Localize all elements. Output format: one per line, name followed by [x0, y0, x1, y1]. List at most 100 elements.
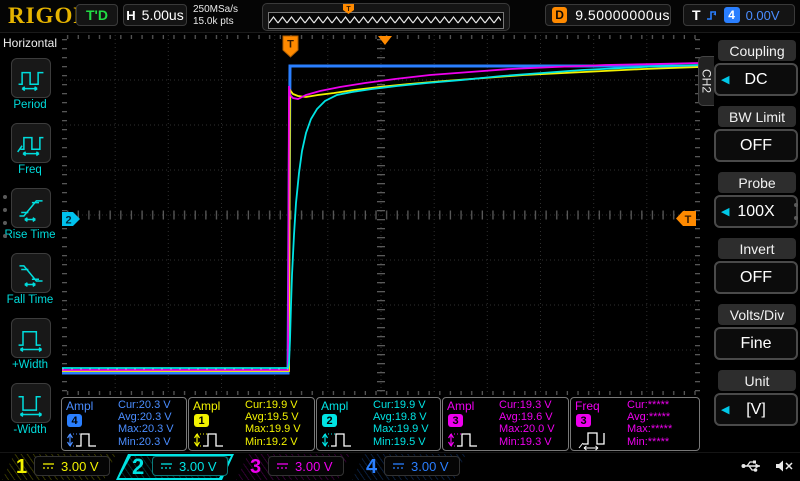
menu-item-value: [V]: [746, 401, 766, 419]
channel-number: 3: [250, 454, 261, 480]
menu-item-label: Probe: [718, 172, 796, 193]
measurement-max: 20.3 V: [142, 423, 174, 435]
dc-coupling-icon: [392, 461, 405, 471]
delay-box[interactable]: D 9.50000000us: [545, 4, 671, 26]
measurement-type: Ampl: [66, 399, 118, 413]
rise-time-measure-icon: [11, 188, 51, 228]
menu-item-label: -Width: [0, 424, 60, 436]
top-status-bar: RIGOL T'D H 5.00us 250MSa/s 15.0k pts T: [0, 0, 800, 33]
fall-time-measure-icon: [11, 253, 51, 293]
channel-number: 4: [366, 454, 377, 480]
channel-status-ch4[interactable]: 4 3.00 V: [352, 454, 466, 480]
measurement-channel-badge: 3: [448, 414, 463, 427]
menu-item-label: Invert: [718, 238, 796, 259]
channel-status-bar: 1 3.00 V 2 3.00 V 3: [0, 452, 800, 481]
measurement-panel[interactable]: Ampl 3 Cur:19.3 V Avg:19.6 V Max:20.0 V …: [442, 397, 569, 451]
trigger-label: T: [692, 7, 701, 23]
measurement-panel[interactable]: Ampl 1 Cur:19.9 V Avg:19.5 V Max:19.9 V …: [188, 397, 315, 451]
timebase-value: 5.00us: [142, 7, 184, 23]
measurement-cur: *****: [648, 399, 669, 411]
tick-rulers: [62, 35, 700, 395]
menu-item-value: Fine: [740, 335, 771, 353]
speaker-muted-icon: [774, 458, 794, 474]
measurement-max: 19.9 V: [397, 423, 429, 435]
ampl-measure-icon: [193, 427, 235, 451]
dc-coupling-icon: [276, 461, 289, 471]
measurement-min: 19.5 V: [394, 436, 426, 448]
measurement-type: Ampl: [321, 399, 373, 413]
measurement-type: Ampl: [447, 399, 499, 413]
left-arrow-icon: ◀: [721, 73, 729, 86]
measurement-type: Freq: [575, 399, 627, 413]
timebase-box[interactable]: H 5.00us: [123, 4, 187, 26]
ampl-measure-icon: [321, 427, 363, 451]
trigger-time-marker-icon[interactable]: T: [283, 36, 298, 57]
measurement-avg: 19.5 V: [267, 411, 299, 423]
ampl-measure-icon: [447, 427, 489, 451]
measurement-type: Ampl: [193, 399, 245, 413]
menu-item-label: Rise Time: [0, 229, 60, 241]
measurement-cur: 20.3 V: [139, 399, 171, 411]
left-arrow-icon: ◀: [721, 403, 729, 416]
channel-menu-tab: CH2: [698, 56, 714, 106]
trigger-status-text: T'D: [86, 7, 108, 23]
svg-text:T: T: [685, 214, 692, 226]
menu-item-label: Coupling: [718, 40, 796, 61]
menu-item-label: +Width: [0, 359, 60, 371]
channel-scale: 3.00 V: [411, 459, 449, 474]
usb-icon: [740, 458, 764, 474]
menu-item-label: Unit: [718, 370, 796, 391]
freq-measure-icon: [11, 123, 51, 163]
svg-text:2: 2: [65, 215, 71, 227]
dc-coupling-icon: [160, 461, 173, 471]
measurement-min: *****: [648, 436, 669, 448]
measurement-panel[interactable]: Ampl 2 Cur:19.9 V Avg:19.8 V Max:19.9 V …: [316, 397, 441, 451]
trigger-status-badge: T'D: [76, 4, 118, 26]
neg-width-measure-icon: [11, 383, 51, 423]
measurement-cur: 19.3 V: [520, 399, 552, 411]
measurement-avg: 19.8 V: [395, 411, 427, 423]
sample-rate: 250MSa/s: [193, 4, 238, 16]
channel-number: 2: [132, 454, 144, 480]
menu-item-value: 100X: [737, 203, 774, 221]
measurement-min: 19.3 V: [520, 436, 552, 448]
period-measure-icon: [11, 58, 51, 98]
channel-status-ch1[interactable]: 1 3.00 V: [2, 454, 116, 480]
measurement-max: 19.9 V: [269, 423, 301, 435]
measurement-panel[interactable]: Ampl 4 Cur:20.3 V Avg:20.3 V Max:20.3 V …: [61, 397, 187, 451]
freq-measure-icon: [575, 427, 617, 451]
rising-edge-icon: [706, 8, 718, 22]
menu-item-value: DC: [744, 71, 767, 89]
measurement-channel-badge: 2: [322, 414, 337, 427]
waveform-preview-bar[interactable]: T: [262, 3, 510, 31]
menu-item-value: OFF: [740, 137, 772, 155]
channel-scale: 3.00 V: [179, 459, 217, 474]
measurement-channel-badge: 3: [576, 414, 591, 427]
menu-item-value: OFF: [740, 269, 772, 287]
measurement-min: 19.2 V: [266, 436, 298, 448]
menu-item-label: Fall Time: [0, 294, 60, 306]
dc-coupling-icon: [42, 461, 55, 471]
channel-status-ch3[interactable]: 3 3.00 V: [236, 454, 350, 480]
waveform-display[interactable]: T T 2: [62, 35, 700, 395]
left-measure-menu: Horizontal Period Freq: [0, 33, 60, 452]
trigger-source-badge: 4: [724, 7, 740, 23]
channel-scale: 3.00 V: [295, 459, 333, 474]
measurement-max: 20.0 V: [523, 423, 555, 435]
measurement-min: 20.3 V: [139, 436, 171, 448]
preview-trigger-position-icon[interactable]: T: [342, 4, 355, 15]
menu-item-label: Freq: [0, 164, 60, 176]
measurement-cur: 19.9 V: [266, 399, 298, 411]
trigger-level-value: 0.00V: [746, 8, 780, 23]
menu-item-label: Volts/Div: [718, 304, 796, 325]
memory-depth: 15.0k pts: [193, 16, 238, 28]
preview-waveform: [268, 12, 504, 29]
measurement-panel[interactable]: Freq 3 Cur:***** Avg:***** Max:***** Min…: [570, 397, 700, 451]
delay-label-badge: D: [552, 7, 567, 23]
measurement-cur: 19.9 V: [394, 399, 426, 411]
trigger-info-box[interactable]: T 4 0.00V: [683, 4, 795, 26]
svg-text:T: T: [287, 39, 294, 51]
menu-page-indicator: [794, 203, 798, 229]
pos-width-measure-icon: [11, 318, 51, 358]
channel-status-ch2[interactable]: 2 3.00 V: [116, 454, 234, 480]
